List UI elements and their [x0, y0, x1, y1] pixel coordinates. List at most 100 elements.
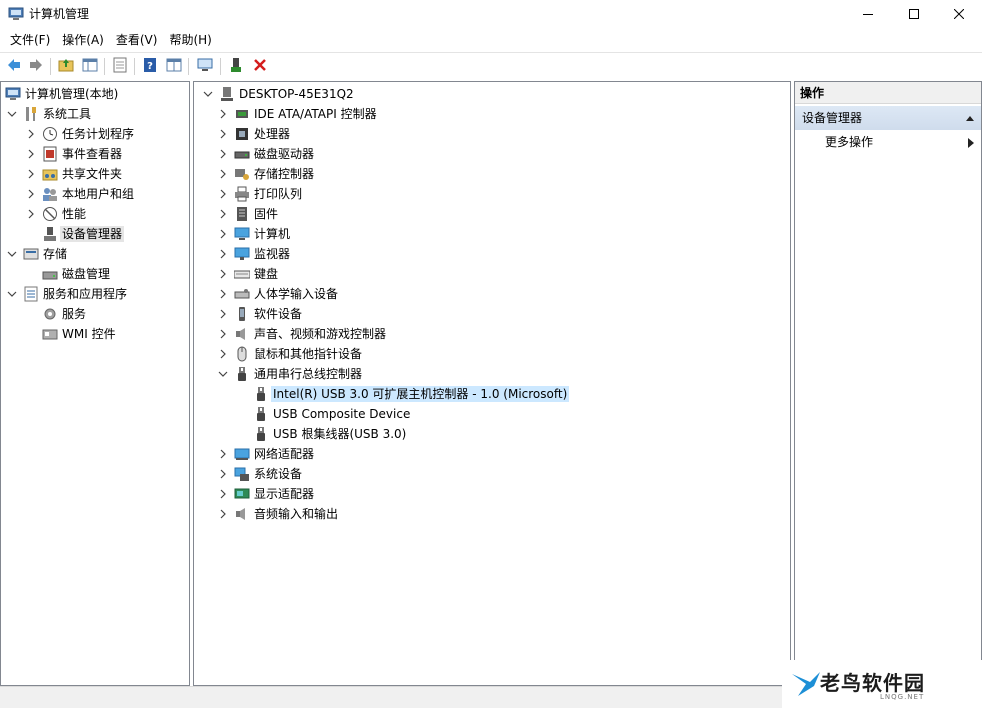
keyboard-icon — [233, 266, 251, 282]
chevron-right-icon[interactable] — [217, 468, 229, 480]
chevron-right-icon[interactable] — [217, 508, 229, 520]
properties-icon — [166, 57, 182, 76]
bird-logo-icon — [792, 668, 820, 701]
chevron-right-icon[interactable] — [217, 148, 229, 160]
submenu-arrow-icon — [967, 137, 975, 151]
network-adapter-icon — [234, 446, 250, 462]
properties-button[interactable] — [164, 56, 184, 76]
usb-icon — [234, 366, 250, 382]
close-icon — [954, 9, 964, 19]
chevron-right-icon[interactable] — [217, 448, 229, 460]
svg-text:?: ? — [147, 61, 153, 72]
wmi-icon — [42, 326, 58, 342]
clock-icon — [42, 126, 58, 142]
close-button[interactable] — [936, 0, 982, 28]
uninstall-device-button[interactable] — [250, 56, 270, 76]
device-tree-item-label: USB Composite Device — [273, 407, 411, 421]
scan-hardware-button[interactable] — [195, 56, 215, 76]
chevron-right-icon[interactable] — [217, 348, 229, 360]
title-bar: 计算机管理 — [0, 0, 982, 28]
chevron-down-icon[interactable] — [6, 288, 18, 300]
chevron-right-icon[interactable] — [25, 128, 37, 140]
chevron-right-icon[interactable] — [217, 268, 229, 280]
menu-file[interactable]: 文件(F) — [4, 30, 56, 50]
device-tree-item-label: 处理器 — [254, 127, 291, 141]
toolbar-separator — [50, 58, 51, 75]
show-hide-tree-button[interactable] — [80, 56, 100, 76]
computer-icon — [219, 86, 235, 102]
chevron-right-icon[interactable] — [25, 208, 37, 220]
up-button[interactable] — [56, 56, 76, 76]
minimize-button[interactable] — [845, 0, 891, 28]
more-actions-label: 更多操作 — [825, 135, 874, 149]
tree-item-label: 设备管理器 — [60, 226, 125, 242]
chevron-right-icon[interactable] — [25, 188, 37, 200]
mouse-icon — [234, 346, 250, 362]
more-actions-item[interactable]: 更多操作 — [825, 132, 873, 152]
software-device-icon — [234, 306, 250, 322]
usb-icon — [253, 406, 269, 422]
window-title: 计算机管理 — [29, 7, 90, 21]
chevron-right-icon[interactable] — [217, 108, 229, 120]
speaker-icon — [234, 326, 250, 342]
tree-item-label: 存储 — [43, 247, 68, 261]
watermark-sub: LNQG.NET — [880, 693, 925, 701]
chevron-right-icon[interactable] — [217, 128, 229, 140]
tree-item-label: 系统工具 — [43, 107, 92, 121]
chevron-right-icon[interactable] — [217, 308, 229, 320]
device-tree-item-label: 打印队列 — [254, 187, 303, 201]
device-tree-item-label: 固件 — [254, 207, 279, 221]
tree-item-label: 共享文件夹 — [62, 167, 123, 181]
toolbar-separator — [134, 58, 135, 75]
menu-action[interactable]: 操作(A) — [56, 30, 110, 50]
up-folder-icon — [58, 57, 74, 76]
toolbar-separator — [188, 58, 189, 75]
export-list-button[interactable] — [110, 56, 130, 76]
chevron-down-icon[interactable] — [202, 88, 214, 100]
tree-item-label: WMI 控件 — [62, 327, 116, 341]
tree-item-label: 服务 — [62, 307, 87, 321]
chevron-right-icon[interactable] — [217, 228, 229, 240]
disk-drive-icon — [234, 146, 250, 162]
processor-icon — [234, 126, 250, 142]
actions-section-device-manager[interactable]: 设备管理器 — [795, 106, 981, 130]
chevron-right-icon[interactable] — [25, 148, 37, 160]
chevron-down-icon[interactable] — [217, 368, 229, 380]
tree-label-root: 计算机管理(本地) — [25, 87, 119, 101]
back-button[interactable] — [4, 56, 24, 76]
toolbar-separator — [220, 58, 221, 75]
chevron-right-icon[interactable] — [217, 188, 229, 200]
chevron-right-icon[interactable] — [217, 208, 229, 220]
device-tree-item-label: 音频输入和输出 — [254, 507, 339, 521]
device-tree-item-label: 存储控制器 — [254, 167, 315, 181]
menu-help[interactable]: 帮助(H) — [163, 30, 217, 50]
chevron-right-icon[interactable] — [217, 168, 229, 180]
storage-controller-icon — [234, 166, 250, 182]
tree-item-label: 任务计划程序 — [62, 127, 135, 141]
scan-hardware-icon — [197, 57, 213, 76]
chevron-right-icon[interactable] — [217, 288, 229, 300]
chevron-right-icon[interactable] — [217, 328, 229, 340]
collapse-up-icon[interactable] — [965, 106, 975, 138]
toolbar-separator — [104, 58, 105, 75]
chevron-right-icon[interactable] — [25, 168, 37, 180]
menu-view[interactable]: 查看(V) — [110, 30, 164, 50]
chevron-down-icon[interactable] — [6, 248, 18, 260]
device-tree-item-label: 磁盘驱动器 — [254, 147, 315, 161]
chevron-right-icon[interactable] — [217, 248, 229, 260]
tree-item-label: 性能 — [62, 207, 87, 221]
chevron-down-icon[interactable] — [6, 108, 18, 120]
actions-section-label: 设备管理器 — [802, 111, 863, 125]
update-driver-button[interactable] — [226, 56, 246, 76]
device-tree-item-label: USB 根集线器(USB 3.0) — [273, 427, 407, 441]
help-button[interactable]: ? — [140, 56, 160, 76]
forward-button[interactable] — [26, 56, 46, 76]
tools-icon — [23, 106, 39, 122]
device-tree-item-label: 系统设备 — [254, 467, 303, 481]
chevron-right-icon[interactable] — [217, 488, 229, 500]
device-tree-item-label: 计算机 — [254, 227, 291, 241]
maximize-button[interactable] — [891, 0, 937, 28]
export-list-icon — [112, 57, 128, 76]
console-tree-pane: 计算机管理(本地) 系统工具 任务计划程序 事件查看器 共享文件夹 本地用户和组 性能 设备… — [0, 81, 190, 686]
disk-icon — [42, 266, 58, 282]
